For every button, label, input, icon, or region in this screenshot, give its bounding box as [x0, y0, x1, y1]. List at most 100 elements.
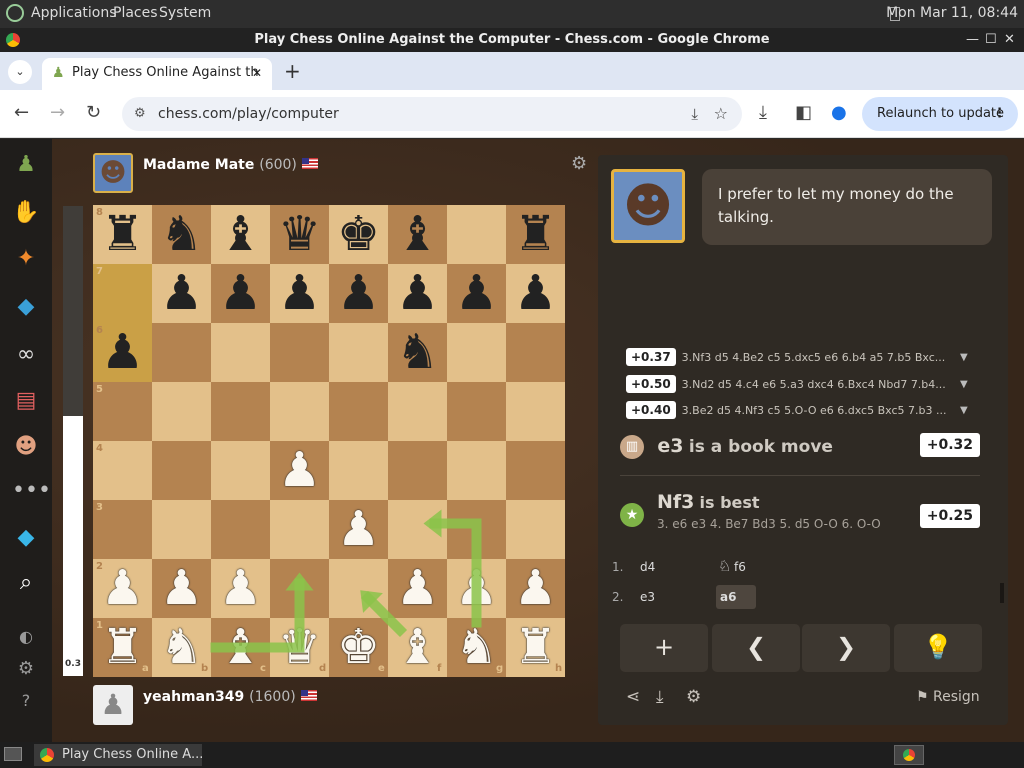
settings-gear-icon[interactable]: ⚙	[12, 655, 40, 683]
opponent-avatar[interactable]: ☻	[93, 153, 133, 193]
square-c4[interactable]	[211, 441, 270, 500]
opponent-name[interactable]: Madame Mate	[143, 157, 254, 173]
places-menu[interactable]: Places	[113, 5, 158, 21]
expand-line-icon[interactable]: ▼	[960, 405, 968, 416]
previous-move-button[interactable]: ❮	[712, 624, 800, 672]
square-c6[interactable]	[211, 323, 270, 382]
piece-c1[interactable]: ♝	[211, 618, 270, 677]
piece-f2[interactable]: ♟	[388, 559, 447, 618]
square-b6[interactable]	[152, 323, 211, 382]
square-h3[interactable]	[506, 500, 565, 559]
best-move-line[interactable]: 3. e6 e3 4. Be7 Bd3 5. d5 O-O 6. O-O	[657, 517, 881, 531]
square-b5[interactable]	[152, 382, 211, 441]
piece-c8[interactable]: ♝	[211, 205, 270, 264]
piece-a1[interactable]: ♜	[93, 618, 152, 677]
square-f5[interactable]	[388, 382, 447, 441]
piece-b2[interactable]: ♟	[152, 559, 211, 618]
lessons-icon[interactable]: ◆	[12, 293, 40, 321]
piece-h2[interactable]: ♟	[506, 559, 565, 618]
share-icon[interactable]: ⋖	[626, 687, 640, 707]
square-d6[interactable]	[270, 323, 329, 382]
square-g5[interactable]	[447, 382, 506, 441]
tab-search-icon[interactable]: ⌄	[8, 60, 32, 84]
install-app-icon[interactable]: ⤓	[691, 97, 698, 131]
piece-a8[interactable]: ♜	[93, 205, 152, 264]
square-e6[interactable]	[329, 323, 388, 382]
square-h4[interactable]	[506, 441, 565, 500]
square-g4[interactable]	[447, 441, 506, 500]
piece-e3[interactable]: ♟	[329, 500, 388, 559]
side-panel-icon[interactable]: ◧	[795, 102, 812, 123]
piece-f1[interactable]: ♝	[388, 618, 447, 677]
theme-icon[interactable]: ◐	[12, 623, 40, 651]
engine-line[interactable]: +0.50 3.Nd2 d5 4.c4 e6 5.a3 dxc4 6.Bxc4 N…	[626, 375, 946, 393]
square-d5[interactable]	[270, 382, 329, 441]
piece-d4[interactable]: ♟	[270, 441, 329, 500]
player-name[interactable]: yeahman349	[143, 689, 244, 705]
next-move-button[interactable]: ❯	[802, 624, 890, 672]
piece-b8[interactable]: ♞	[152, 205, 211, 264]
square-e5[interactable]	[329, 382, 388, 441]
piece-c7[interactable]: ♟	[211, 264, 270, 323]
puzzles-icon[interactable]: ✋	[12, 199, 40, 227]
square-d2[interactable]	[270, 559, 329, 618]
square-g6[interactable]	[447, 323, 506, 382]
square-c5[interactable]	[211, 382, 270, 441]
expand-line-icon[interactable]: ▼	[960, 379, 968, 390]
taskbar-chrome-window[interactable]: Play Chess Online A...	[34, 744, 202, 766]
download-icon[interactable]: ⤓	[656, 687, 664, 707]
piece-a6[interactable]: ♟	[93, 323, 152, 382]
engine-line[interactable]: +0.40 3.Be2 d5 4.Nf3 c5 5.O-O e6 6.dxc5 B…	[626, 401, 946, 419]
site-info-icon[interactable]: ⚙	[134, 97, 146, 131]
piece-g2[interactable]: ♟	[447, 559, 506, 618]
square-g8[interactable]	[447, 205, 506, 264]
piece-e1[interactable]: ♚	[329, 618, 388, 677]
more-menu-icon[interactable]: ⋮	[993, 97, 1006, 131]
piece-f7[interactable]: ♟	[388, 264, 447, 323]
square-h5[interactable]	[506, 382, 565, 441]
piece-f8[interactable]: ♝	[388, 205, 447, 264]
news-icon[interactable]: ▤	[12, 387, 40, 415]
piece-h7[interactable]: ♟	[506, 264, 565, 323]
learn-icon[interactable]: ✦	[12, 245, 40, 273]
piece-b1[interactable]: ♞	[152, 618, 211, 677]
square-g3[interactable]	[447, 500, 506, 559]
close-window-icon[interactable]: ✕	[1004, 28, 1015, 52]
square-c3[interactable]	[211, 500, 270, 559]
piece-d1[interactable]: ♛	[270, 618, 329, 677]
square-b3[interactable]	[152, 500, 211, 559]
address-bar[interactable]: ⚙ chess.com/play/computer ⤓ ☆	[122, 97, 742, 131]
black-move[interactable]: f6	[734, 560, 746, 574]
square-e2[interactable]	[329, 559, 388, 618]
maximize-icon[interactable]: ☐	[985, 28, 997, 52]
forward-icon[interactable]: →	[50, 102, 65, 123]
piece-b7[interactable]: ♟	[152, 264, 211, 323]
board-settings-gear-icon[interactable]: ⚙	[571, 153, 587, 174]
piece-d7[interactable]: ♟	[270, 264, 329, 323]
minimize-icon[interactable]: —	[966, 28, 979, 52]
add-button[interactable]: +	[620, 624, 708, 672]
social-icon[interactable]: ☻	[12, 433, 40, 461]
back-icon[interactable]: ←	[14, 102, 29, 123]
piece-d8[interactable]: ♛	[270, 205, 329, 264]
play-pawn-icon[interactable]: ♟	[12, 151, 40, 179]
chess-board[interactable]: 8 7 6 5 4 3 2 1 a b c d e f g h ♜ ♞ ♝ ♛ ♚ ♝ ♜ ♟ ♟ ♟ ♟ ♟ ♟ ♟ ♟ ♞ ♟ ♟ ♟ ♟ ♟ ♟ ♟ ♟…	[93, 205, 565, 677]
reload-icon[interactable]: ↻	[86, 102, 101, 123]
black-move[interactable]: a6	[716, 585, 756, 609]
tab-chess[interactable]: ♟ Play Chess Online Against th ✕	[42, 58, 272, 90]
piece-e8[interactable]: ♚	[329, 205, 388, 264]
piece-e7[interactable]: ♟	[329, 264, 388, 323]
piece-g7[interactable]: ♟	[447, 264, 506, 323]
piece-h8[interactable]: ♜	[506, 205, 565, 264]
settings-icon[interactable]: ⚙	[686, 687, 701, 707]
square-d3[interactable]	[270, 500, 329, 559]
hint-button[interactable]: 💡	[894, 624, 982, 672]
premium-diamond-icon[interactable]: ◆	[12, 524, 40, 552]
white-move[interactable]: d4	[640, 560, 655, 574]
square-f3[interactable]	[388, 500, 447, 559]
resign-button[interactable]: ⚑ Resign	[916, 689, 980, 705]
search-icon[interactable]: ⌕	[12, 569, 40, 597]
tab-close-icon[interactable]: ✕	[252, 58, 262, 88]
move-list-scrollbar[interactable]	[1000, 583, 1004, 603]
new-tab-icon[interactable]: +	[284, 59, 301, 83]
